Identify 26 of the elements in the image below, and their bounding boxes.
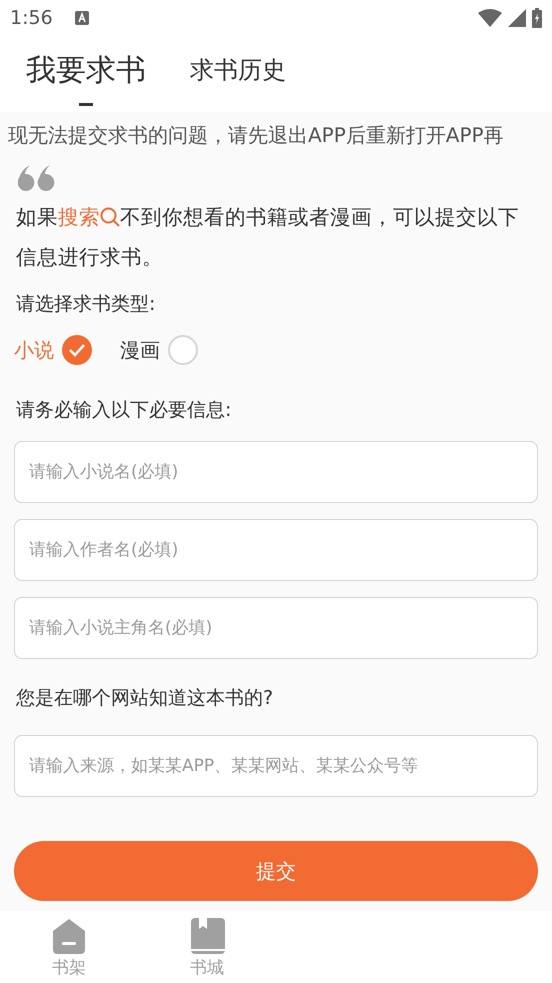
input-field[interactable]: 请输入作者名(必填) (14, 519, 538, 581)
tab[interactable]: 求书历史 (190, 36, 286, 101)
notice-text: 现无法提交求书的问题，请先退出APP后重新打开APP再 (8, 122, 505, 149)
type-label: 请选择求书类型: (16, 292, 156, 317)
radio-circle[interactable] (168, 335, 198, 365)
type-option[interactable]: 小说 (14, 335, 92, 365)
required-label: 请务必输入以下必要信息: (16, 398, 232, 423)
source-label: 您是在哪个网站知道这本书的? (16, 686, 274, 711)
search-icon (100, 207, 120, 227)
wifi-icon (478, 9, 502, 27)
quote-icon (18, 165, 56, 191)
keyboard-indicator-icon (74, 11, 89, 25)
status-time: 1:56 (10, 7, 53, 29)
search-link[interactable]: 搜索 (58, 205, 120, 229)
type-option[interactable]: 漫画 (120, 335, 198, 365)
nav-item[interactable]: 书架 (0, 911, 138, 983)
input-field[interactable]: 请输入小说名(必填) (14, 441, 538, 503)
nav-item[interactable]: 书城 (138, 911, 276, 983)
input-field[interactable]: 请输入来源，如某某APP、某某网站、某某公众号等 (14, 735, 538, 797)
submit-button[interactable]: 提交 (14, 841, 538, 901)
signal-icon (508, 9, 526, 27)
tab[interactable]: 我要求书 (26, 36, 146, 106)
intro-text: 如果搜索 不到你想看的书籍或者漫画，可以提交以下信息进行求书。 (16, 204, 520, 271)
battery-icon (532, 8, 542, 28)
radio-circle[interactable] (62, 335, 92, 365)
input-field[interactable]: 请输入小说主角名(必填) (14, 597, 538, 659)
